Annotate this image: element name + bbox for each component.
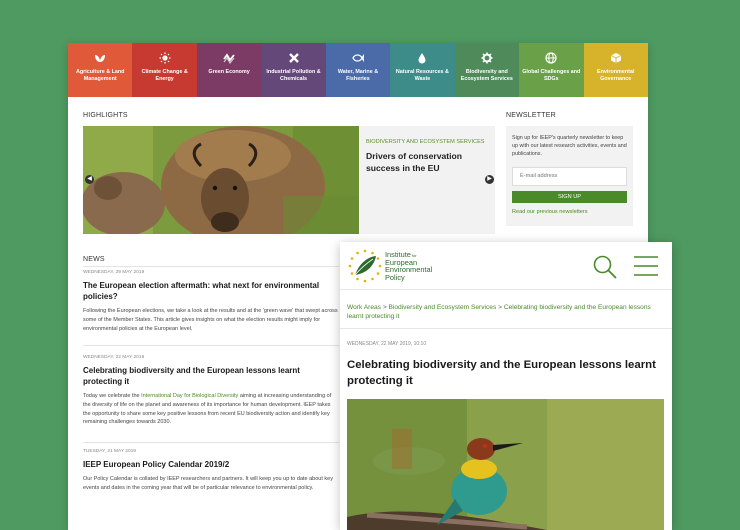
mobile-header: Institutefor European Environmental Poli… bbox=[340, 242, 672, 290]
nav-tile-biodiversity[interactable]: Biodiversity and Ecosystem Services bbox=[454, 43, 520, 97]
newsletter-description: Sign up for IEEP's quarterly newsletter … bbox=[512, 135, 627, 158]
news-headline[interactable]: Celebrating biodiversity and the Europea… bbox=[83, 365, 339, 387]
bird-illustration bbox=[347, 399, 664, 530]
news-summary: Today we celebrate the International Day… bbox=[83, 392, 339, 427]
divider bbox=[340, 328, 672, 329]
nav-tile-natural-resources[interactable]: Natural Resources & Waste bbox=[390, 43, 455, 97]
news-headline[interactable]: IEEP European Policy Calendar 2019/2 bbox=[83, 459, 339, 470]
biological-diversity-link[interactable]: International Day for Biological Diversi… bbox=[141, 393, 238, 399]
nav-tile-water-marine[interactable]: Water, Marine & Fisheries bbox=[325, 43, 391, 97]
nav-label: Biodiversity and Ecosystem Services bbox=[460, 69, 513, 82]
highlight-carousel: ◀ BIODIVERSITY AND ECOSYSTEM SERVICES Dr… bbox=[83, 126, 495, 234]
brand-name[interactable]: Institutefor European Environmental Poli… bbox=[385, 251, 432, 281]
nav-label: Industrial Pollution & Chemicals bbox=[266, 69, 321, 82]
news-date: TUESDAY, 21 MAY 2019 bbox=[83, 449, 136, 454]
wave-icon bbox=[223, 53, 235, 64]
nav-label: Green Economy bbox=[208, 69, 250, 75]
news-date: WEDNESDAY, 29 MAY 2019 bbox=[83, 270, 145, 275]
highlight-caption[interactable]: BIODIVERSITY AND ECOSYSTEM SERVICES Driv… bbox=[359, 126, 495, 234]
summary-text: Today we celebrate the bbox=[83, 393, 142, 399]
mobile-site-preview: Institutefor European Environmental Poli… bbox=[340, 242, 672, 530]
highlight-headline[interactable]: Drivers of conservation success in the E… bbox=[366, 151, 488, 174]
highlight-category[interactable]: BIODIVERSITY AND ECOSYSTEM SERVICES bbox=[366, 139, 488, 145]
previous-newsletters-link[interactable]: Read our previous newsletters bbox=[512, 209, 627, 215]
news-item: WEDNESDAY, 29 MAY 2019 The European elec… bbox=[83, 270, 339, 333]
nav-tile-agriculture[interactable]: Agriculture & Land Management bbox=[68, 43, 133, 97]
highlights-heading: HIGHLIGHTS bbox=[83, 112, 128, 119]
news-item: TUESDAY, 21 MAY 2019 IEEP European Polic… bbox=[83, 449, 339, 493]
article-title: Celebrating biodiversity and the Europea… bbox=[347, 359, 656, 387]
fish-icon bbox=[352, 53, 364, 63]
brand-line: Policy bbox=[385, 272, 405, 282]
nav-tile-governance[interactable]: Environmental Governance bbox=[583, 43, 648, 97]
nav-tile-global-challenges[interactable]: Global Challenges and SDGs bbox=[519, 43, 584, 97]
nav-label: Water, Marine & Fisheries bbox=[337, 69, 379, 82]
news-headline[interactable]: The European election aftermath: what ne… bbox=[83, 280, 339, 302]
ieep-logo-icon[interactable] bbox=[347, 248, 383, 284]
drop-icon bbox=[418, 53, 426, 64]
leaf-icon bbox=[95, 55, 106, 62]
nav-tile-industrial-pollution[interactable]: Industrial Pollution & Chemicals bbox=[261, 43, 326, 97]
sign-up-button[interactable]: SIGN UP bbox=[512, 190, 627, 203]
breadcrumb-work-areas[interactable]: Work Areas bbox=[347, 304, 381, 311]
bison-illustration bbox=[83, 126, 359, 234]
carousel-next-button[interactable]: ▶ bbox=[485, 175, 494, 184]
breadcrumb-biodiversity[interactable]: Biodiversity and Ecosystem Services bbox=[389, 304, 497, 311]
bee-eater-photo bbox=[347, 399, 664, 530]
divider bbox=[83, 442, 339, 443]
news-summary: Following the European elections, we tak… bbox=[83, 308, 338, 332]
news-item: WEDNESDAY, 22 MAY 2019 Celebrating biodi… bbox=[83, 355, 339, 427]
divider bbox=[83, 345, 339, 346]
nav-label: Natural Resources & Waste bbox=[395, 69, 449, 82]
nav-label: Agriculture & Land Management bbox=[75, 69, 125, 82]
breadcrumb-separator: > bbox=[498, 304, 502, 311]
newsletter-box: Sign up for IEEP's quarterly newsletter … bbox=[506, 126, 633, 226]
search-icon[interactable] bbox=[592, 254, 618, 280]
hamburger-menu-icon[interactable] bbox=[633, 254, 659, 278]
nav-label: Global Challenges and SDGs bbox=[522, 69, 581, 82]
nav-label: Climate Change & Energy bbox=[141, 69, 188, 82]
cube-icon bbox=[610, 53, 621, 63]
nav-tile-green-economy[interactable]: Green Economy bbox=[196, 43, 262, 97]
divider bbox=[83, 266, 339, 267]
sun-icon bbox=[159, 52, 171, 64]
nav-label: Environmental Governance bbox=[596, 69, 635, 82]
carousel-prev-button[interactable]: ◀ bbox=[85, 175, 94, 184]
gear-icon bbox=[481, 52, 493, 64]
work-areas-nav: Agriculture & Land Management Climate Ch… bbox=[68, 43, 648, 97]
news-summary: Our Policy Calendar is collated by IEEP … bbox=[83, 476, 333, 491]
newsletter-heading: NEWSLETTER bbox=[506, 112, 556, 119]
breadcrumb: Work Areas > Biodiversity and Ecosystem … bbox=[347, 303, 663, 322]
news-date: WEDNESDAY, 22 MAY 2019 bbox=[83, 355, 145, 360]
bison-photo[interactable]: ◀ bbox=[83, 126, 359, 234]
article-date: WEDNESDAY, 22 MAY 2019, 10:10 bbox=[347, 341, 427, 347]
nav-tile-climate[interactable]: Climate Change & Energy bbox=[132, 43, 197, 97]
globe-icon bbox=[545, 52, 557, 64]
email-field[interactable] bbox=[512, 166, 627, 186]
news-heading: NEWS bbox=[83, 256, 105, 263]
x-icon bbox=[288, 53, 299, 63]
breadcrumb-separator: > bbox=[382, 304, 387, 311]
